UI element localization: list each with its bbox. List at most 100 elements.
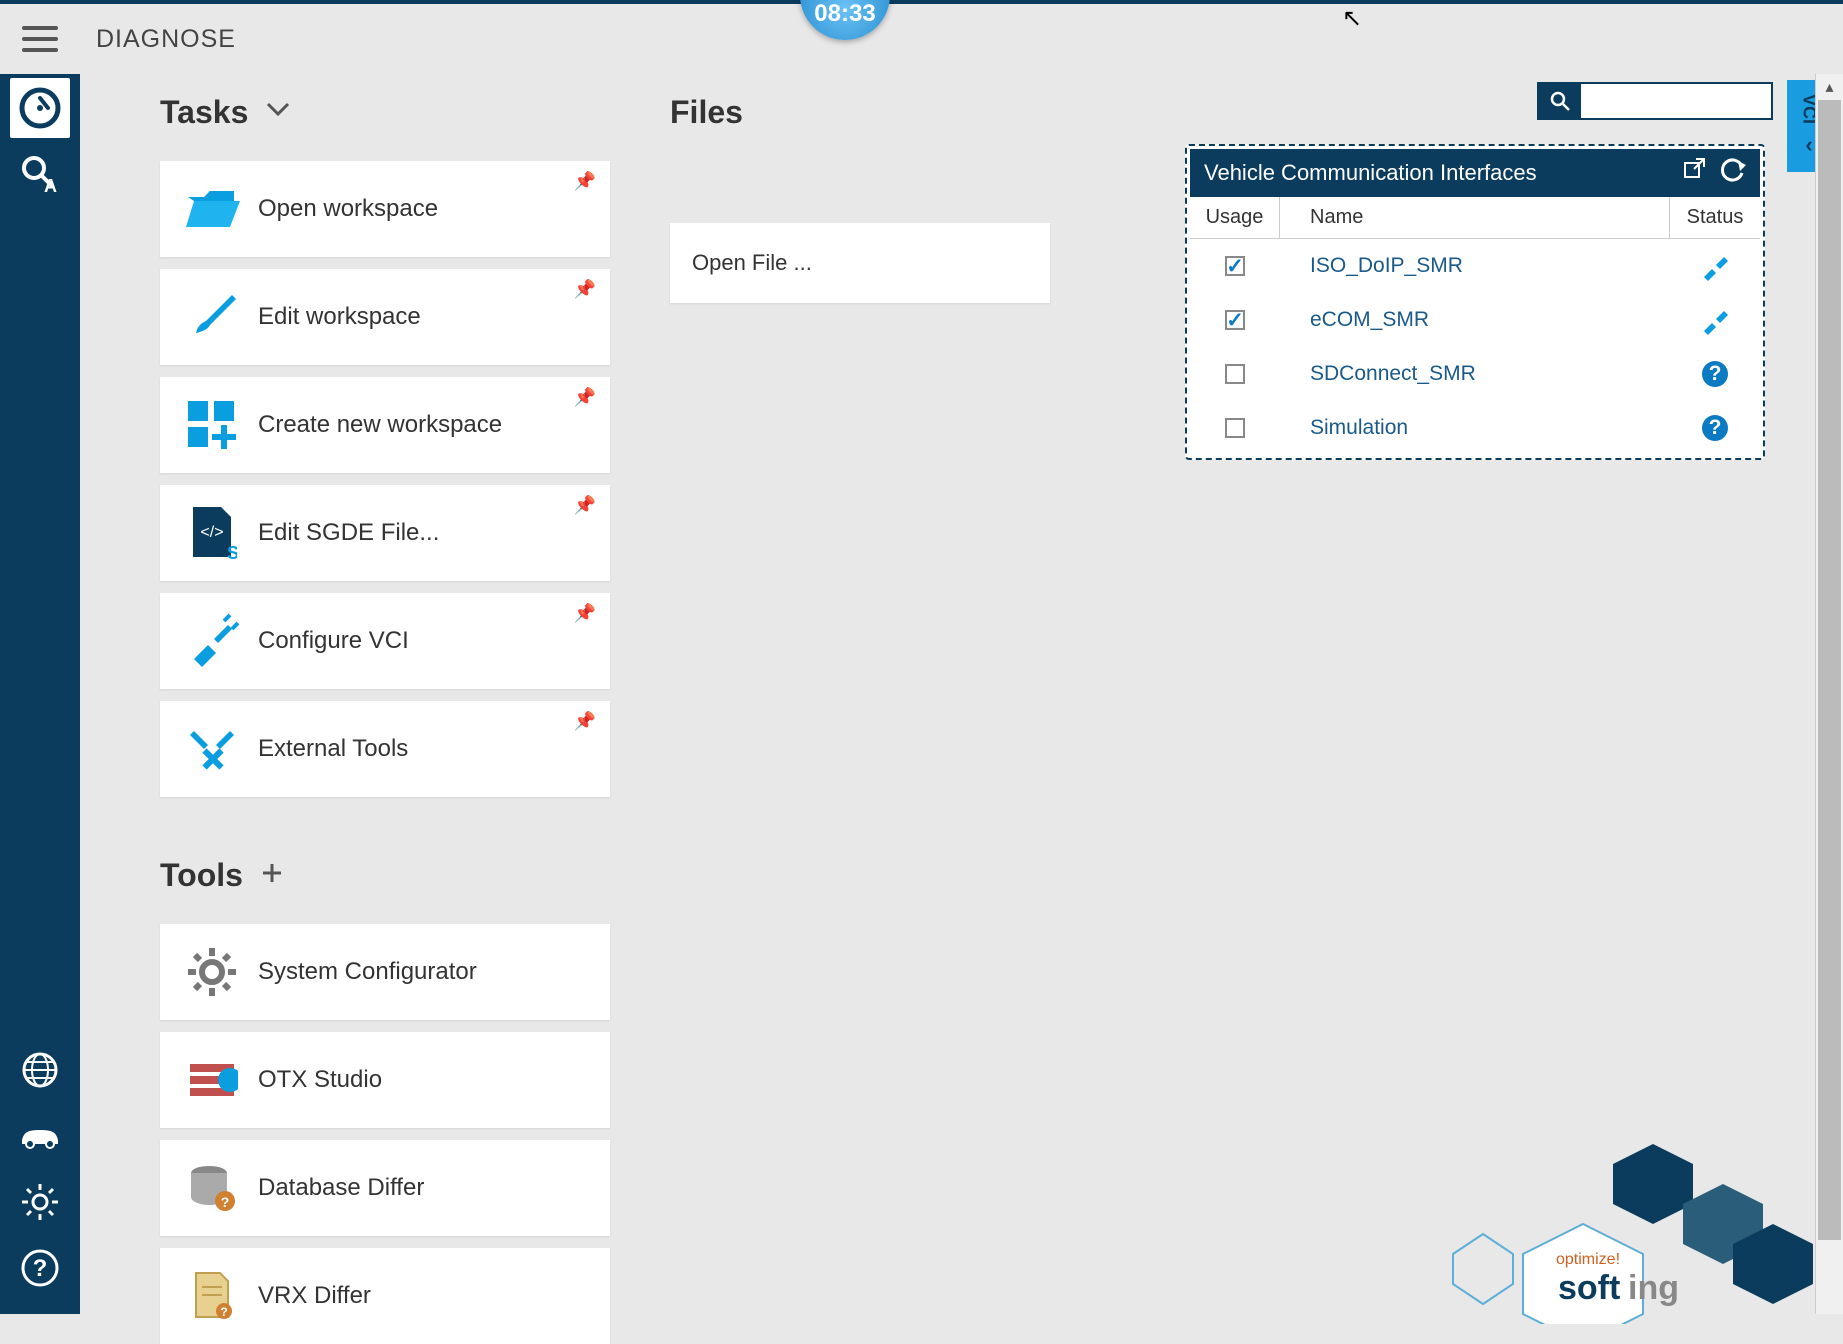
search-input[interactable] [1581,84,1771,118]
sidebar-car[interactable] [10,1106,70,1166]
svg-text:</>: </> [200,524,223,541]
pin-icon[interactable]: 📌 [574,495,596,516]
svg-text:S: S [227,543,237,561]
tool-system-configurator[interactable]: System Configurator [160,924,610,1020]
sidebar-help[interactable]: ? [10,1238,70,1298]
files-title: Files [670,94,743,131]
vci-name: SDConnect_SMR [1280,362,1670,386]
sidebar-globe[interactable] [10,1040,70,1100]
pin-icon[interactable]: 📌 [574,603,596,624]
help-status-icon: ? [1702,361,1728,387]
tasks-title: Tasks [160,94,248,131]
tool-database-differ[interactable]: ? Database Differ [160,1140,610,1236]
plug-connected-icon [1700,251,1730,281]
tools-icon [182,719,242,779]
vci-row[interactable]: ✓ ISO_DoIP_SMR [1190,239,1760,293]
task-label: Create new workspace [258,411,502,439]
vci-name: ISO_DoIP_SMR [1280,254,1670,278]
tasks-column: Tasks Open workspace 📌 Edit workspace 📌 … [80,74,640,1314]
task-external-tools[interactable]: External Tools 📌 [160,701,610,797]
task-create-workspace[interactable]: Create new workspace 📌 [160,377,610,473]
page-title: DIAGNOSE [96,25,236,54]
task-label: Configure VCI [258,627,409,655]
globe-icon [20,1050,60,1090]
refresh-icon[interactable] [1720,157,1746,189]
checkbox-icon[interactable] [1225,418,1245,438]
sidebar: A ? [0,74,80,1314]
vci-panel-header: Vehicle Communication Interfaces [1190,149,1760,197]
gauge-icon [18,86,62,130]
files-column: Files Open File ... Vehicle Communicatio… [640,74,1813,1314]
checkbox-icon[interactable] [1225,364,1245,384]
search-box[interactable] [1537,82,1773,120]
vci-row[interactable]: SDConnect_SMR? [1190,347,1760,401]
task-open-workspace[interactable]: Open workspace 📌 [160,161,610,257]
tool-vrx-differ[interactable]: ? VRX Differ [160,1248,610,1344]
header: DIAGNOSE [0,4,1843,74]
vci-name: Simulation [1280,416,1670,440]
svg-text:?: ? [220,1305,227,1319]
cursor-icon: ↖ [1342,4,1362,33]
otx-icon [182,1050,242,1110]
checkbox-icon[interactable]: ✓ [1225,310,1245,330]
scroll-thumb[interactable] [1818,100,1841,1240]
task-edit-workspace[interactable]: Edit workspace 📌 [160,269,610,365]
folder-open-icon [182,179,242,239]
vci-row[interactable]: Simulation? [1190,401,1760,455]
help-status-icon: ? [1702,415,1728,441]
hamburger-icon [22,24,58,54]
open-file-card[interactable]: Open File ... [670,223,1050,303]
vci-name: eCOM_SMR [1280,308,1670,332]
sidebar-analyze[interactable]: A [10,144,70,204]
pin-icon[interactable]: 📌 [574,387,596,408]
tasks-header[interactable]: Tasks [160,94,610,131]
plug-icon [182,611,242,671]
cog-icon [182,942,242,1002]
document-icon: ? [182,1266,242,1326]
tool-label: Database Differ [258,1174,424,1202]
tools-title: Tools [160,857,243,894]
plus-icon[interactable] [261,862,283,889]
sidebar-settings[interactable] [10,1172,70,1232]
brush-icon [182,287,242,347]
col-name: Name [1280,197,1670,238]
task-label: Open workspace [258,195,438,223]
search-a-icon: A [18,152,62,196]
svg-text:?: ? [221,1194,230,1210]
tiles-plus-icon [182,395,242,455]
scroll-up-icon[interactable]: ▴ [1816,74,1843,100]
pin-icon[interactable]: 📌 [574,279,596,300]
popout-icon[interactable] [1682,157,1706,189]
database-icon: ? [182,1158,242,1218]
vci-row[interactable]: ✓ eCOM_SMR [1190,293,1760,347]
tool-label: OTX Studio [258,1066,382,1094]
pin-icon[interactable]: 📌 [574,171,596,192]
task-label: External Tools [258,735,408,763]
col-usage: Usage [1190,197,1280,238]
plug-connected-icon [1700,305,1730,335]
gear-icon [20,1182,60,1222]
search-icon [1539,84,1581,118]
help-icon: ? [20,1248,60,1288]
svg-text:A: A [44,176,57,196]
open-file-label: Open File ... [692,250,812,276]
vci-table-head: Usage Name Status [1190,197,1760,239]
sidebar-diagnose[interactable] [10,78,70,138]
vci-panel: Vehicle Communication Interfaces Usage N… [1185,144,1765,460]
chevron-left-icon: ‹ [1805,132,1812,158]
chevron-down-icon[interactable] [266,102,290,123]
tool-label: System Configurator [258,958,477,986]
tool-otx-studio[interactable]: OTX Studio [160,1032,610,1128]
menu-button[interactable] [0,4,80,74]
task-edit-sgde[interactable]: </>S Edit SGDE File... 📌 [160,485,610,581]
task-label: Edit SGDE File... [258,519,439,547]
scrollbar[interactable]: ▴ [1815,74,1843,1314]
pin-icon[interactable]: 📌 [574,711,596,732]
tools-header[interactable]: Tools [160,857,610,894]
col-status: Status [1670,197,1760,238]
car-icon [18,1122,62,1150]
tool-label: VRX Differ [258,1282,371,1310]
task-configure-vci[interactable]: Configure VCI 📌 [160,593,610,689]
checkbox-icon[interactable]: ✓ [1225,256,1245,276]
svg-text:?: ? [33,1255,48,1282]
